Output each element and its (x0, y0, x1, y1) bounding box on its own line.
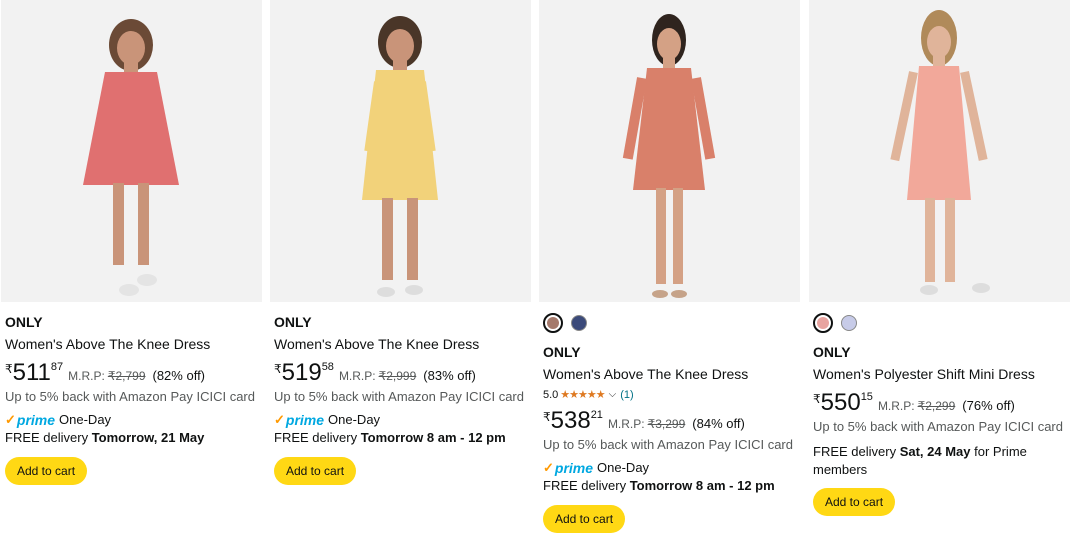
add-to-cart-button[interactable]: Add to cart (813, 488, 896, 516)
star-rating-icon: ★★★★★ (560, 389, 605, 401)
product-image[interactable] (270, 0, 531, 302)
price-whole: 511 (12, 359, 51, 386)
prime-badge: ✓ prime One-Day (543, 460, 796, 476)
product-image[interactable] (1, 0, 262, 302)
brand-name: ONLY (813, 344, 851, 360)
dress-model-illustration (622, 14, 716, 298)
rating-count[interactable]: (1) (620, 388, 633, 402)
color-swatch[interactable] (841, 315, 857, 331)
currency-symbol: ₹ (5, 362, 13, 376)
product-image[interactable] (539, 0, 800, 302)
color-swatches (543, 313, 796, 333)
cashback-offer: Up to 5% back with Amazon Pay ICICI card (543, 437, 793, 452)
price-fraction: 15 (860, 391, 873, 403)
product-title[interactable]: Women's Above The Knee Dress (5, 334, 258, 354)
price-fraction: 58 (321, 361, 334, 373)
brand-name: ONLY (5, 314, 43, 330)
product-grid: ONLY Women's Above The Knee Dress ₹ 511 … (0, 0, 1072, 545)
rating-value: 5.0 (543, 389, 559, 401)
product-card: ONLY Women's Above The Knee Dress 5.0 ★★… (539, 0, 800, 545)
dress-model-illustration (890, 10, 990, 295)
price: ₹ 511 87 M.R.P: ₹2,799 (82% off) (5, 360, 258, 386)
dress-model-illustration (83, 19, 179, 296)
delivery-info: FREE delivery Tomorrow 8 am - 12 pm (274, 430, 506, 445)
price-whole: 538 (550, 407, 591, 434)
mrp-value: ₹2,299 (917, 399, 956, 413)
price: ₹ 550 15 M.R.P: ₹2,299 (76% off) (813, 390, 1066, 416)
check-icon: ✓ (5, 412, 16, 427)
prime-logo: prime (554, 460, 594, 476)
currency-symbol: ₹ (543, 410, 551, 424)
product-card: ONLY Women's Above The Knee Dress ₹ 519 … (270, 0, 531, 545)
price-fraction: 21 (590, 409, 603, 421)
discount: (84% off) (692, 416, 745, 431)
delivery-date: Sat, 24 May (899, 444, 971, 459)
mrp-value: ₹2,999 (378, 369, 417, 383)
check-icon: ✓ (543, 460, 554, 475)
delivery-date: Tomorrow, 21 May (91, 430, 205, 445)
mrp-value: ₹2,799 (107, 369, 146, 383)
add-to-cart-button[interactable]: Add to cart (274, 457, 357, 485)
brand-name: ONLY (274, 314, 312, 330)
price-whole: 550 (820, 389, 861, 416)
color-swatches (813, 313, 1066, 333)
prime-delivery-speed: One-Day (328, 412, 381, 427)
product-card: ONLY Women's Polyester Shift Mini Dress … (809, 0, 1070, 545)
mrp-label: M.R.P: (338, 369, 376, 383)
delivery-date: Tomorrow 8 am - 12 pm (360, 430, 506, 445)
currency-symbol: ₹ (274, 362, 282, 376)
price: ₹ 538 21 M.R.P: ₹3,299 (84% off) (543, 408, 796, 434)
chevron-down-icon[interactable]: ⌵ (609, 388, 617, 402)
prime-logo: prime (285, 412, 325, 428)
product-title[interactable]: Women's Above The Knee Dress (274, 334, 527, 354)
add-to-cart-button[interactable]: Add to cart (543, 505, 626, 533)
dress-model-illustration (362, 16, 438, 297)
mrp-label: M.R.P: (607, 417, 645, 431)
delivery-info: FREE delivery Tomorrow 8 am - 12 pm (543, 478, 775, 493)
color-swatch[interactable] (571, 315, 587, 331)
delivery-info: FREE delivery Tomorrow, 21 May (5, 430, 205, 445)
discount: (76% off) (962, 398, 1015, 413)
price: ₹ 519 58 M.R.P: ₹2,999 (83% off) (274, 360, 527, 386)
product-title[interactable]: Women's Polyester Shift Mini Dress (813, 364, 1066, 384)
color-swatch[interactable] (543, 313, 563, 333)
product-image[interactable] (809, 0, 1070, 302)
cashback-offer: Up to 5% back with Amazon Pay ICICI card (274, 389, 524, 404)
mrp-label: M.R.P: (68, 369, 105, 383)
discount: (83% off) (423, 368, 476, 383)
price-whole: 519 (281, 359, 322, 386)
currency-symbol: ₹ (813, 392, 821, 406)
prime-logo: prime (16, 412, 56, 428)
product-title[interactable]: Women's Above The Knee Dress (543, 364, 796, 384)
brand-name: ONLY (543, 344, 581, 360)
cashback-offer: Up to 5% back with Amazon Pay ICICI card (813, 419, 1063, 434)
product-card: ONLY Women's Above The Knee Dress ₹ 511 … (1, 0, 262, 545)
cashback-offer: Up to 5% back with Amazon Pay ICICI card (5, 389, 255, 404)
mrp-value: ₹3,299 (647, 417, 686, 431)
color-swatch[interactable] (813, 313, 833, 333)
mrp-label: M.R.P: (877, 399, 915, 413)
prime-badge: ✓ prime One-Day (274, 412, 527, 428)
prime-badge: ✓ prime One-Day (5, 412, 258, 428)
delivery-info: FREE delivery Sat, 24 May for Prime memb… (813, 444, 1027, 477)
price-fraction: 87 (50, 361, 64, 373)
check-icon: ✓ (274, 412, 285, 427)
discount: (82% off) (152, 368, 206, 383)
add-to-cart-button[interactable]: Add to cart (5, 457, 88, 485)
delivery-date: Tomorrow 8 am - 12 pm (629, 478, 775, 493)
prime-delivery-speed: One-Day (597, 460, 650, 475)
prime-delivery-speed: One-Day (59, 412, 112, 427)
rating[interactable]: 5.0 ★★★★★ ⌵ (1) (543, 388, 796, 402)
